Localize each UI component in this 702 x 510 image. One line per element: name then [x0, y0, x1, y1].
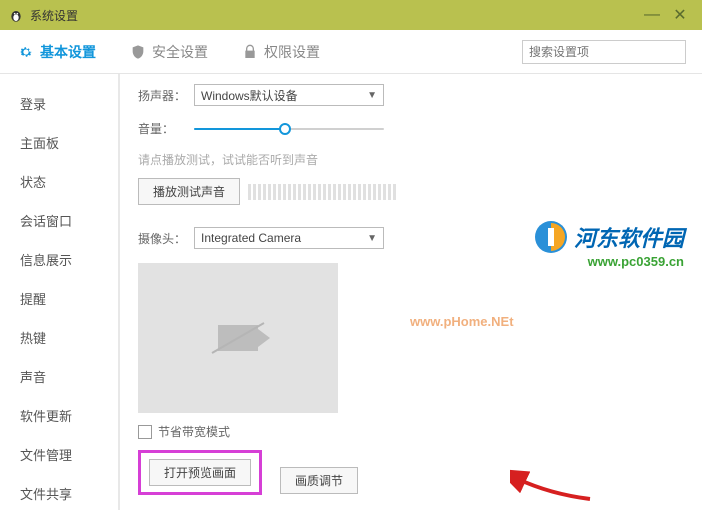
sidebar-item-session[interactable]: 会话窗口: [0, 201, 118, 240]
vu-meter: [248, 184, 396, 200]
shield-icon: [130, 44, 146, 60]
sidebar-item-mainpanel[interactable]: 主面板: [0, 123, 118, 162]
lock-icon: [242, 44, 258, 60]
main-panel: 扬声器： Windows默认设备 ▼ 音量： 请点播放测试，试试能否听到声音 播…: [120, 74, 702, 510]
tab-permission[interactable]: 权限设置: [240, 38, 322, 66]
open-preview-button[interactable]: 打开预览画面: [149, 459, 251, 486]
app-icon: [8, 7, 24, 23]
sidebar-item-infodisplay[interactable]: 信息展示: [0, 240, 118, 279]
tab-security[interactable]: 安全设置: [128, 38, 210, 66]
sidebar: 登录 主面板 状态 会话窗口 信息展示 提醒 热键 声音 软件更新 文件管理 文…: [0, 74, 120, 510]
window-title: 系统设置: [30, 7, 78, 24]
camera-dropdown[interactable]: Integrated Camera ▼: [194, 227, 384, 249]
sidebar-item-sound[interactable]: 声音: [0, 357, 118, 396]
sidebar-item-reminder[interactable]: 提醒: [0, 279, 118, 318]
bandwidth-label: 节省带宽模式: [158, 423, 230, 440]
search-input[interactable]: [522, 40, 686, 64]
tab-basic[interactable]: 基本设置: [16, 38, 98, 66]
bandwidth-checkbox[interactable]: [138, 425, 152, 439]
sidebar-item-filemgmt[interactable]: 文件管理: [0, 435, 118, 474]
volume-slider[interactable]: [194, 121, 384, 137]
play-test-button[interactable]: 播放测试声音: [138, 178, 240, 205]
camera-preview: [138, 263, 338, 413]
titlebar: 系统设置 — ✕: [0, 0, 702, 30]
gear-icon: [18, 44, 34, 60]
camera-label: 摄像头：: [138, 230, 194, 247]
close-button[interactable]: ✕: [666, 1, 694, 29]
sidebar-item-fileshare[interactable]: 文件共享: [0, 474, 118, 510]
sidebar-item-hotkey[interactable]: 热键: [0, 318, 118, 357]
test-hint: 请点播放测试，试试能否听到声音: [138, 151, 684, 168]
chevron-down-icon: ▼: [367, 233, 377, 244]
sidebar-item-update[interactable]: 软件更新: [0, 396, 118, 435]
speaker-label: 扬声器：: [138, 87, 194, 104]
highlight-annotation: 打开预览画面: [138, 450, 262, 495]
sidebar-item-status[interactable]: 状态: [0, 162, 118, 201]
sidebar-item-login[interactable]: 登录: [0, 84, 118, 123]
speaker-dropdown[interactable]: Windows默认设备 ▼: [194, 84, 384, 106]
tabbar: 基本设置 安全设置 权限设置: [0, 30, 702, 74]
volume-label: 音量：: [138, 120, 194, 137]
quality-adjust-button[interactable]: 画质调节: [280, 467, 358, 494]
chevron-down-icon: ▼: [367, 90, 377, 101]
watermark-phome: www.pHome.NEt: [410, 314, 514, 329]
minimize-button[interactable]: —: [638, 1, 666, 29]
watermark-hedong: 河东软件园 www.pc0359.cn: [534, 220, 684, 269]
